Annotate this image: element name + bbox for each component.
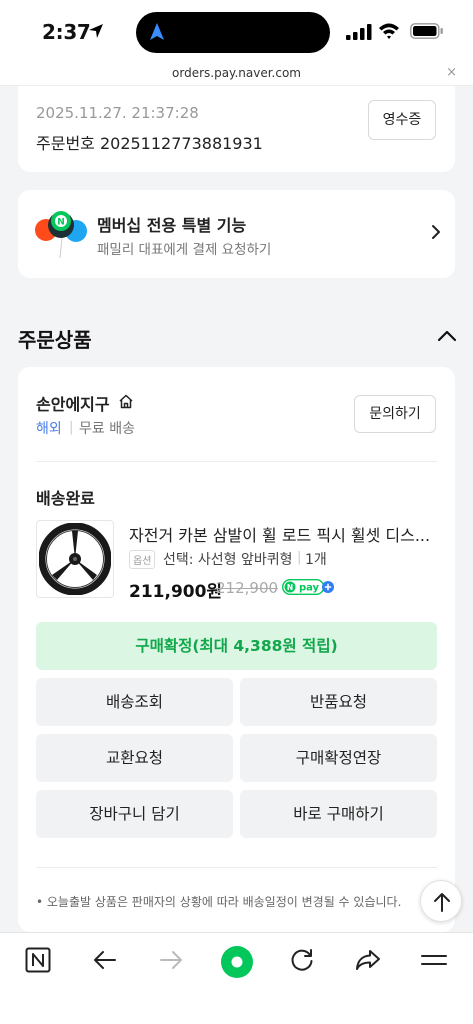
naver-n-icon — [25, 947, 51, 973]
chevron-up-icon[interactable] — [437, 330, 457, 342]
balloons-icon: N — [35, 211, 87, 259]
divider: | — [69, 420, 74, 435]
origin-label: 해외 — [36, 421, 62, 437]
exchange-request-button[interactable]: 교환요청 — [36, 734, 233, 782]
add-to-cart-button[interactable]: 장바구니 담기 — [36, 790, 233, 838]
url-text: orders.pay.naver.com — [172, 66, 301, 80]
npay-badge-label: pay — [299, 583, 320, 594]
product-price: 211,900원 — [129, 582, 223, 602]
product-quantity: 1개 — [305, 552, 327, 568]
divider: | — [297, 550, 302, 565]
svg-text:N: N — [287, 583, 293, 592]
extend-confirmation-button[interactable]: 구매확정연장 — [240, 734, 437, 782]
green-dot-button[interactable] — [219, 946, 255, 978]
wifi-icon — [379, 23, 399, 39]
share-button[interactable] — [350, 947, 386, 977]
chevron-right-icon — [432, 225, 440, 239]
track-delivery-button[interactable]: 배송조회 — [36, 678, 233, 726]
menu-button[interactable] — [416, 947, 452, 977]
membership-title: 멤버십 전용 특별 기능 — [97, 216, 247, 235]
home-icon[interactable] — [118, 394, 134, 409]
back-button[interactable] — [87, 947, 123, 977]
status-time: 2:37 — [42, 20, 91, 44]
receipt-button[interactable]: 영수증 — [368, 100, 436, 140]
browser-url-bar[interactable]: orders.pay.naver.com × — [0, 62, 473, 86]
product-option: 선택: 사선형 앞바퀴형 — [163, 552, 293, 568]
arrow-up-icon — [434, 893, 450, 912]
divider — [36, 461, 437, 462]
delivery-status: 배송완료 — [36, 489, 95, 508]
shipping-notice: • 오늘출발 상품은 판매자의 상황에 따라 배송일정이 변경될 수 있습니다. — [36, 895, 402, 909]
back-arrow-icon — [94, 951, 116, 969]
confirm-purchase-button[interactable]: 구매확정(최대 4,388원 적립) — [36, 622, 437, 670]
order-info-card: 2025.11.27. 21:37:28 주문번호 20251127738819… — [18, 86, 455, 172]
green-dot-icon — [221, 946, 253, 978]
menu-icon — [421, 955, 447, 965]
return-request-button[interactable]: 반품요청 — [240, 678, 437, 726]
browser-toolbar — [0, 932, 473, 1024]
store-name[interactable]: 손안에지구 — [36, 391, 110, 415]
reload-button[interactable] — [284, 947, 320, 977]
scroll-top-button[interactable] — [420, 880, 462, 922]
status-bar: 2:37 — [0, 0, 473, 62]
buy-now-button[interactable]: 바로 구매하기 — [240, 790, 437, 838]
order-number: 주문번호 2025112773881931 — [36, 134, 263, 153]
membership-card[interactable]: N 멤버십 전용 특별 기능 패밀리 대표에게 결제 요청하기 — [18, 190, 455, 278]
option-badge: 옵션 — [129, 550, 156, 569]
naver-home-button[interactable] — [20, 947, 56, 977]
cellular-signal-icon — [346, 24, 372, 40]
inquiry-button[interactable]: 문의하기 — [354, 395, 436, 433]
reload-icon — [291, 949, 313, 971]
share-icon — [356, 950, 380, 970]
section-title-order-items: 주문상품 — [18, 328, 92, 352]
navigation-icon — [150, 23, 164, 40]
divider — [36, 867, 437, 868]
forward-button[interactable] — [153, 947, 189, 977]
membership-subtitle: 패밀리 대표에게 결제 요청하기 — [97, 242, 272, 258]
product-thumbnail[interactable] — [36, 520, 114, 598]
product-name[interactable]: 자전거 카본 삼발이 휠 로드 픽시 휠셋 디스... — [129, 522, 435, 546]
forward-arrow-icon — [160, 951, 182, 969]
battery-icon — [410, 23, 443, 39]
wheel-image — [39, 523, 111, 595]
balloon-badge: N — [57, 218, 65, 228]
location-arrow-icon — [89, 24, 103, 38]
original-price: 212,900 — [216, 579, 279, 597]
order-product-card: 손안에지구 해외 | 무료 배송 문의하기 배송완료 자전거 카본 삼발이 휠 … — [18, 367, 455, 932]
shipping-label: 무료 배송 — [79, 421, 135, 437]
close-icon[interactable]: × — [446, 65, 457, 80]
dynamic-island — [136, 12, 330, 53]
npay-plus-badge-icon: N pay — [282, 579, 334, 595]
order-datetime: 2025.11.27. 21:37:28 — [36, 104, 199, 122]
